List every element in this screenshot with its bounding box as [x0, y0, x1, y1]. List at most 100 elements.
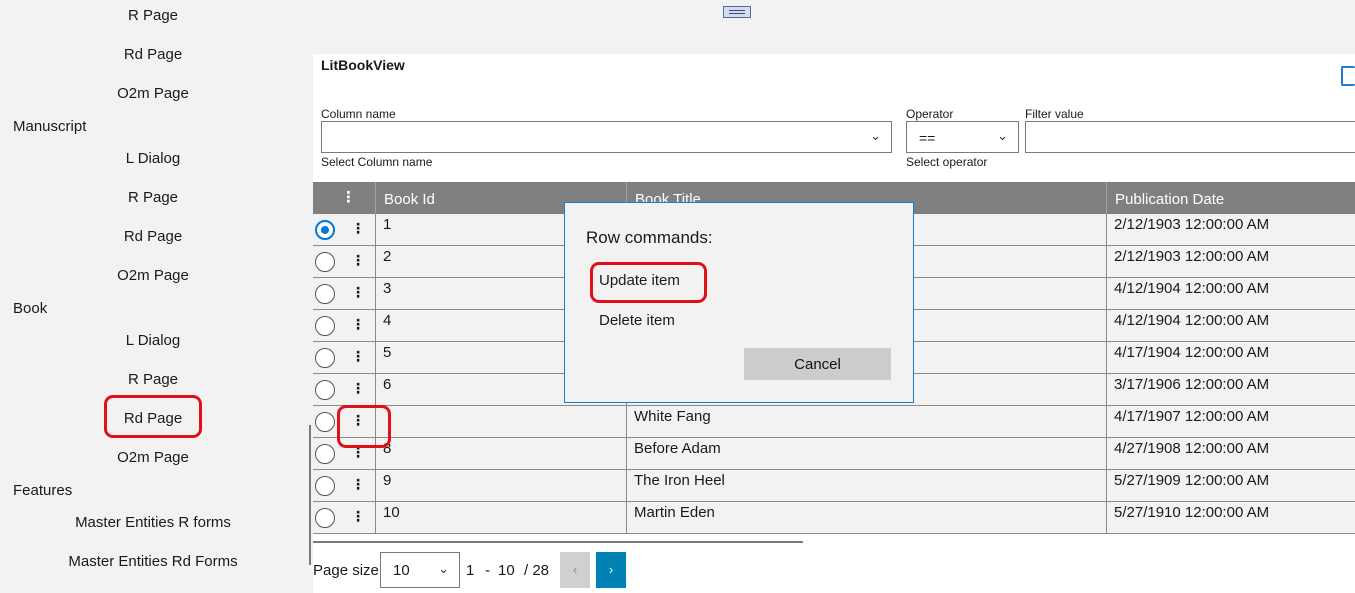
row-select-cell: ⋮ — [313, 502, 376, 533]
row-radio[interactable] — [315, 476, 335, 496]
cancel-button[interactable]: Cancel — [744, 348, 891, 380]
sidebar-item-book-l-dialog[interactable]: L Dialog — [0, 330, 306, 352]
row-select-cell: ⋮ — [313, 310, 376, 341]
row-radio[interactable] — [315, 380, 335, 400]
cell-text: 4/17/1904 12:00:00 AM — [1114, 344, 1270, 361]
sidebar-item-manuscript-r-page[interactable]: R Page — [0, 187, 306, 209]
sidebar-item-book-r-page[interactable]: R Page — [0, 369, 306, 391]
filter-value-input[interactable] — [1025, 121, 1355, 153]
row-menu-icon[interactable]: ⋮ — [351, 380, 365, 396]
sidebar-item-o2m-page[interactable]: O2m Page — [0, 83, 306, 105]
cell-book-title: Martin Eden — [627, 502, 1107, 533]
row-select-cell: ⋮ — [313, 214, 376, 245]
cell-text: 10 — [383, 504, 400, 521]
operator-select[interactable]: == ⌄ — [906, 121, 1019, 153]
sidebar-group-manuscript[interactable]: Manuscript — [13, 116, 86, 138]
table-row[interactable]: ⋮ 9 The Iron Heel 5/27/1909 12:00:00 AM — [313, 470, 1355, 502]
next-page-button[interactable]: › — [596, 552, 626, 588]
highlight-row-menu — [337, 405, 391, 448]
cell-publication-date: 3/17/1906 12:00:00 AM — [1107, 374, 1355, 405]
grid-horizontal-scrollbar[interactable] — [313, 541, 803, 543]
highlight-rd-page — [104, 395, 202, 438]
row-menu-icon[interactable]: ⋮ — [351, 316, 365, 332]
cell-book-title: Before Adam — [627, 438, 1107, 469]
table-row[interactable]: ⋮ White Fang 4/17/1907 12:00:00 AM — [313, 406, 1355, 438]
cell-text: 5/27/1910 12:00:00 AM — [1114, 504, 1270, 521]
chevron-left-icon: ‹ — [572, 562, 578, 577]
prev-page-button[interactable]: ‹ — [560, 552, 590, 588]
row-select-cell: ⋮ — [313, 342, 376, 373]
cell-text: White Fang — [634, 408, 711, 425]
row-radio[interactable] — [315, 220, 335, 240]
cell-text: 3/17/1906 12:00:00 AM — [1114, 376, 1270, 393]
cell-publication-date: 4/17/1904 12:00:00 AM — [1107, 342, 1355, 373]
row-menu-icon[interactable]: ⋮ — [351, 508, 365, 524]
row-radio[interactable] — [315, 252, 335, 272]
column-name-label: Column name — [321, 107, 396, 121]
table-row[interactable]: ⋮ 8 Before Adam 4/27/1908 12:00:00 AM — [313, 438, 1355, 470]
page-title: LitBookView — [321, 57, 405, 73]
cell-book-id: 9 — [376, 470, 627, 501]
row-radio[interactable] — [315, 412, 335, 432]
sidebar-item-master-entities-rd-forms[interactable]: Master Entities Rd Forms — [0, 551, 306, 573]
cell-text: The Iron Heel — [634, 472, 725, 489]
cell-text: 3 — [383, 280, 392, 297]
row-radio[interactable] — [315, 348, 335, 368]
column-header-label: Book Id — [384, 191, 435, 208]
row-menu-icon[interactable]: ⋮ — [351, 476, 365, 492]
sidebar-item-manuscript-rd-page[interactable]: Rd Page — [0, 226, 306, 248]
row-menu-icon[interactable]: ⋮ — [351, 252, 365, 268]
sidebar-group-features[interactable]: Features — [13, 480, 72, 502]
column-name-hint: Select Column name — [321, 155, 433, 169]
page-size-label: Page size — [313, 562, 379, 579]
cell-publication-date: 2/12/1903 12:00:00 AM — [1107, 214, 1355, 245]
row-radio[interactable] — [315, 284, 335, 304]
sidebar-group-book[interactable]: Book — [13, 298, 47, 320]
cell-publication-date: 5/27/1909 12:00:00 AM — [1107, 470, 1355, 501]
sidebar-item-master-entities-r-forms[interactable]: Master Entities R forms — [0, 512, 306, 534]
row-select-cell: ⋮ — [313, 470, 376, 501]
cell-text: 4 — [383, 312, 392, 329]
splitter-handle[interactable] — [723, 6, 751, 18]
sidebar-item-book-o2m-page[interactable]: O2m Page — [0, 447, 306, 469]
copy-icon[interactable] — [1341, 66, 1355, 86]
sidebar-scrollbar[interactable] — [309, 425, 311, 565]
dialog-title: Row commands: — [586, 228, 713, 247]
range-end: 10 — [498, 562, 515, 579]
row-radio[interactable] — [315, 316, 335, 336]
cell-book-title: The Iron Heel — [627, 470, 1107, 501]
sidebar-item-manuscript-o2m-page[interactable]: O2m Page — [0, 265, 306, 287]
range-total: / 28 — [524, 562, 550, 579]
column-name-select[interactable]: ⌄ — [321, 121, 892, 153]
delete-item-button[interactable]: Delete item — [599, 312, 675, 329]
row-menu-icon[interactable]: ⋮ — [351, 220, 365, 236]
grid-menu-header[interactable]: ⋮ — [313, 182, 376, 214]
cell-text: 4/12/1904 12:00:00 AM — [1114, 280, 1270, 297]
column-header-publication-date[interactable]: Publication Date — [1107, 182, 1355, 214]
row-menu-icon[interactable]: ⋮ — [351, 284, 365, 300]
sidebar-item-r-page[interactable]: R Page — [0, 5, 306, 27]
column-header-label: Publication Date — [1115, 191, 1225, 208]
cell-text: 6 — [383, 376, 392, 393]
row-radio[interactable] — [315, 508, 335, 528]
cell-text: 9 — [383, 472, 392, 489]
sidebar-item-manuscript-l-dialog[interactable]: L Dialog — [0, 148, 306, 170]
cell-publication-date: 4/12/1904 12:00:00 AM — [1107, 310, 1355, 341]
cell-text: 4/12/1904 12:00:00 AM — [1114, 312, 1270, 329]
cell-text: 2/12/1903 12:00:00 AM — [1114, 248, 1270, 265]
table-row[interactable]: ⋮ 10 Martin Eden 5/27/1910 12:00:00 AM — [313, 502, 1355, 534]
row-menu-icon[interactable]: ⋮ — [351, 348, 365, 364]
chevron-right-icon: › — [608, 562, 614, 577]
row-radio[interactable] — [315, 444, 335, 464]
page-size-select[interactable]: 10 ⌄ — [380, 552, 460, 588]
kebab-icon: ⋮ — [341, 189, 356, 206]
cell-publication-date: 4/12/1904 12:00:00 AM — [1107, 278, 1355, 309]
cell-text: 4/27/1908 12:00:00 AM — [1114, 440, 1270, 457]
filter-value-label: Filter value — [1025, 107, 1084, 121]
sidebar-item-rd-page[interactable]: Rd Page — [0, 44, 306, 66]
cell-text: Before Adam — [634, 440, 721, 457]
row-select-cell: ⋮ — [313, 246, 376, 277]
chevron-down-icon: ⌄ — [438, 561, 449, 576]
chevron-down-icon: ⌄ — [870, 128, 881, 143]
row-select-cell: ⋮ — [313, 278, 376, 309]
